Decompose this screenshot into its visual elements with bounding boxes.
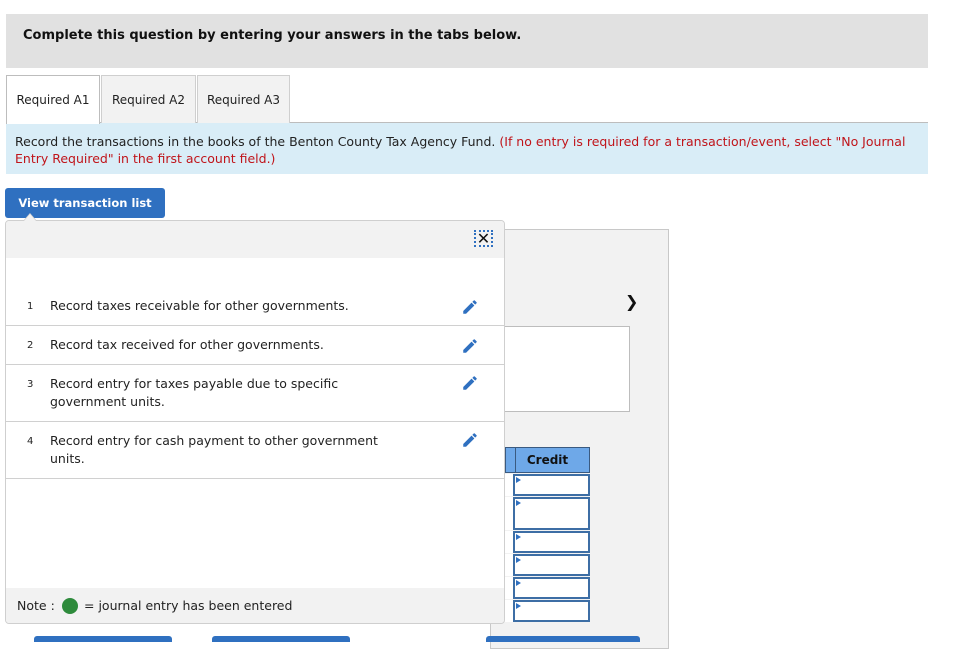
transaction-text: Record tax received for other government…: [50, 337, 324, 352]
transaction-number: 1: [27, 301, 34, 312]
transaction-item[interactable]: 2 Record tax received for other governme…: [6, 326, 504, 365]
pencil-icon[interactable]: [461, 374, 479, 392]
popup-header: ✕: [6, 221, 504, 258]
bottom-action-button-3[interactable]: [486, 636, 640, 642]
transaction-description-box: [490, 326, 630, 412]
transaction-item[interactable]: 4 Record entry for cash payment to other…: [6, 422, 504, 479]
tab-bar: Required A1 Required A2 Required A3: [6, 75, 928, 124]
note-text: = journal entry has been entered: [84, 598, 293, 613]
note-label: Note :: [17, 598, 55, 613]
credit-header-label: Credit: [526, 453, 569, 467]
transaction-text: Record entry for cash payment to other g…: [50, 433, 378, 466]
journal-table: Credit: [505, 447, 590, 622]
credit-cell[interactable]: [505, 554, 590, 576]
instructions-text: Record the transactions in the books of …: [15, 134, 496, 149]
credit-cell[interactable]: [505, 577, 590, 599]
bottom-action-button-2[interactable]: [212, 636, 350, 642]
question-header: Complete this question by entering your …: [6, 14, 928, 68]
chevron-right-icon[interactable]: ❯: [625, 292, 638, 311]
credit-cell[interactable]: [505, 531, 590, 553]
transaction-number: 3: [27, 379, 34, 390]
tab-required-a3[interactable]: Required A3: [197, 75, 290, 123]
transaction-number: 2: [27, 340, 34, 351]
pencil-icon[interactable]: [461, 431, 479, 449]
transaction-number: 4: [27, 436, 34, 447]
transaction-item[interactable]: 3 Record entry for taxes payable due to …: [6, 365, 504, 422]
transaction-list-popup: ✕ 1 Record taxes receivable for other go…: [5, 220, 505, 624]
transaction-text: Record entry for taxes payable due to sp…: [50, 376, 339, 409]
pencil-icon[interactable]: [461, 298, 479, 316]
close-icon[interactable]: ✕: [474, 230, 493, 247]
pencil-icon[interactable]: [461, 337, 479, 355]
credit-cell[interactable]: [505, 474, 590, 496]
entered-status-dot-icon: [62, 598, 78, 614]
popup-pointer: [23, 213, 37, 221]
credit-cell[interactable]: [505, 600, 590, 622]
tab-required-a1[interactable]: Required A1: [6, 75, 100, 124]
tab-required-a2[interactable]: Required A2: [101, 75, 196, 123]
note-legend: Note : = journal entry has been entered: [6, 588, 504, 623]
transaction-text: Record taxes receivable for other govern…: [50, 298, 349, 313]
bottom-action-button-1[interactable]: [34, 636, 172, 642]
instructions-panel: Record the transactions in the books of …: [6, 123, 928, 174]
credit-cell[interactable]: [505, 497, 590, 530]
credit-column-header: Credit: [505, 447, 590, 473]
transaction-item[interactable]: 1 Record taxes receivable for other gove…: [6, 289, 504, 326]
question-title: Complete this question by entering your …: [23, 28, 522, 43]
